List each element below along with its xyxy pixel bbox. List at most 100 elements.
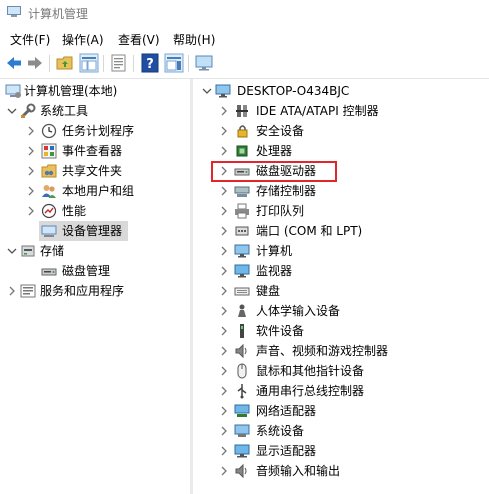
device-category-item[interactable]: IDE ATA/ATAPI 控制器 bbox=[193, 101, 489, 121]
device-category-item[interactable]: 软件设备 bbox=[193, 321, 489, 341]
disk-icon bbox=[41, 263, 57, 279]
storage-icon bbox=[20, 243, 36, 259]
toolbar-separator bbox=[103, 55, 104, 72]
tree-item-system-tools[interactable]: 系统工具 bbox=[0, 101, 190, 121]
tree-item-disk-management[interactable]: 磁盘管理 bbox=[0, 261, 190, 281]
menu-view[interactable]: 查看(V) bbox=[118, 31, 160, 48]
chevron-down-icon[interactable] bbox=[6, 101, 18, 121]
properties-icon[interactable] bbox=[109, 53, 129, 73]
human-interface-icon bbox=[234, 303, 250, 319]
show-hide-tree-icon[interactable] bbox=[79, 53, 99, 73]
help-icon[interactable]: ? bbox=[140, 53, 160, 73]
chevron-right-icon[interactable] bbox=[218, 281, 230, 301]
chevron-right-icon[interactable] bbox=[218, 361, 230, 381]
chevron-right-icon[interactable] bbox=[218, 401, 230, 421]
toolbar-separator bbox=[49, 55, 50, 72]
chevron-right-icon[interactable] bbox=[218, 121, 230, 141]
chevron-right-icon[interactable] bbox=[218, 101, 230, 121]
chevron-right-icon[interactable] bbox=[25, 201, 37, 221]
tree-label: 存储 bbox=[40, 244, 65, 258]
menu-file[interactable]: 文件(F) bbox=[10, 31, 50, 48]
tree-item-shared-folders[interactable]: 共享文件夹 bbox=[0, 161, 190, 181]
security-device-icon bbox=[234, 123, 250, 139]
chevron-down-icon[interactable] bbox=[201, 81, 213, 101]
device-category-label: 声音、视频和游戏控制器 bbox=[256, 344, 389, 358]
action-pane-icon[interactable] bbox=[164, 53, 184, 73]
tree-label: 共享文件夹 bbox=[62, 164, 123, 178]
event-viewer-icon bbox=[41, 143, 57, 159]
tree-item-performance[interactable]: 性能 bbox=[0, 201, 190, 221]
chevron-right-icon[interactable] bbox=[218, 381, 230, 401]
device-category-item[interactable]: 通用串行总线控制器 bbox=[193, 381, 489, 401]
tree-item-storage[interactable]: 存储 bbox=[0, 241, 190, 261]
tree-item-device-manager[interactable]: 设备管理器 bbox=[39, 221, 128, 241]
tree-item-computer-management[interactable]: 计算机管理(本地) bbox=[0, 81, 190, 101]
chevron-right-icon[interactable] bbox=[218, 321, 230, 341]
device-category-item[interactable]: 监视器 bbox=[193, 261, 489, 281]
mouse-icon bbox=[234, 363, 250, 379]
usb-controller-icon bbox=[234, 383, 250, 399]
chevron-right-icon[interactable] bbox=[218, 181, 230, 201]
network-adapter-icon bbox=[234, 403, 250, 419]
device-category-item[interactable]: 系统设备 bbox=[193, 421, 489, 441]
device-category-item[interactable]: 人体学输入设备 bbox=[193, 301, 489, 321]
device-category-item[interactable]: 存储控制器 bbox=[193, 181, 489, 201]
device-category-label: 端口 (COM 和 LPT) bbox=[256, 224, 363, 238]
computer-name: DESKTOP-O434BJC bbox=[237, 84, 350, 98]
chevron-right-icon[interactable] bbox=[6, 281, 18, 301]
chevron-right-icon[interactable] bbox=[218, 441, 230, 461]
device-tree-root[interactable]: DESKTOP-O434BJC bbox=[193, 81, 489, 101]
tree-label: 本地用户和组 bbox=[62, 184, 135, 198]
clock-icon bbox=[41, 123, 57, 139]
device-category-item[interactable]: 计算机 bbox=[193, 241, 489, 261]
tree-item-services-applications[interactable]: 服务和应用程序 bbox=[0, 281, 190, 301]
tree-item-task-scheduler[interactable]: 任务计划程序 bbox=[0, 121, 190, 141]
device-category-label: 显示适配器 bbox=[256, 444, 317, 458]
menu-help[interactable]: 帮助(H) bbox=[173, 31, 215, 48]
device-category-item[interactable]: 网络适配器 bbox=[193, 401, 489, 421]
users-icon bbox=[41, 183, 57, 199]
computer-icon bbox=[234, 243, 250, 259]
chevron-right-icon[interactable] bbox=[218, 261, 230, 281]
chevron-right-icon[interactable] bbox=[218, 241, 230, 261]
device-category-item[interactable]: 显示适配器 bbox=[193, 441, 489, 461]
chevron-right-icon[interactable] bbox=[218, 201, 230, 221]
chevron-right-icon[interactable] bbox=[25, 141, 37, 161]
up-folder-icon[interactable] bbox=[55, 53, 75, 73]
shared-folder-icon bbox=[41, 163, 57, 179]
chevron-right-icon[interactable] bbox=[218, 221, 230, 241]
device-category-item[interactable]: 鼠标和其他指针设备 bbox=[193, 361, 489, 381]
tree-label: 设备管理器 bbox=[62, 224, 123, 238]
chevron-right-icon[interactable] bbox=[218, 301, 230, 321]
chevron-right-icon[interactable] bbox=[218, 341, 230, 361]
chevron-right-icon[interactable] bbox=[218, 141, 230, 161]
svg-text:?: ? bbox=[146, 57, 154, 72]
device-category-item[interactable]: 安全设备 bbox=[193, 121, 489, 141]
tree-item-event-viewer[interactable]: 事件查看器 bbox=[0, 141, 190, 161]
chevron-right-icon[interactable] bbox=[25, 121, 37, 141]
device-category-item[interactable]: 打印队列 bbox=[193, 201, 489, 221]
tree-label: 系统工具 bbox=[40, 104, 89, 118]
device-category-item[interactable]: 端口 (COM 和 LPT) bbox=[193, 221, 489, 241]
chevron-right-icon[interactable] bbox=[218, 421, 230, 441]
chevron-right-icon[interactable] bbox=[25, 161, 37, 181]
device-category-item[interactable]: 处理器 bbox=[193, 141, 489, 161]
menu-bar: 文件(F) 操作(A) 查看(V) 帮助(H) bbox=[0, 27, 489, 49]
device-category-label: 打印队列 bbox=[256, 204, 305, 218]
chevron-down-icon[interactable] bbox=[6, 241, 18, 261]
computer-management-icon bbox=[7, 6, 21, 18]
chevron-right-icon[interactable] bbox=[218, 461, 230, 481]
monitor-icon[interactable] bbox=[194, 53, 214, 73]
keyboard-icon bbox=[234, 283, 250, 299]
forward-arrow-icon[interactable] bbox=[25, 53, 45, 73]
menu-action[interactable]: 操作(A) bbox=[62, 31, 104, 48]
device-category-item[interactable]: 音频输入和输出 bbox=[193, 461, 489, 481]
tree-item-local-users-groups[interactable]: 本地用户和组 bbox=[0, 181, 190, 201]
back-arrow-icon[interactable] bbox=[4, 53, 24, 73]
chevron-right-icon[interactable] bbox=[25, 181, 37, 201]
device-category-item[interactable]: 声音、视频和游戏控制器 bbox=[193, 341, 489, 361]
processor-icon bbox=[234, 143, 250, 159]
tree-label: 磁盘管理 bbox=[62, 264, 111, 278]
monitor-icon bbox=[234, 263, 250, 279]
device-category-item[interactable]: 键盘 bbox=[193, 281, 489, 301]
